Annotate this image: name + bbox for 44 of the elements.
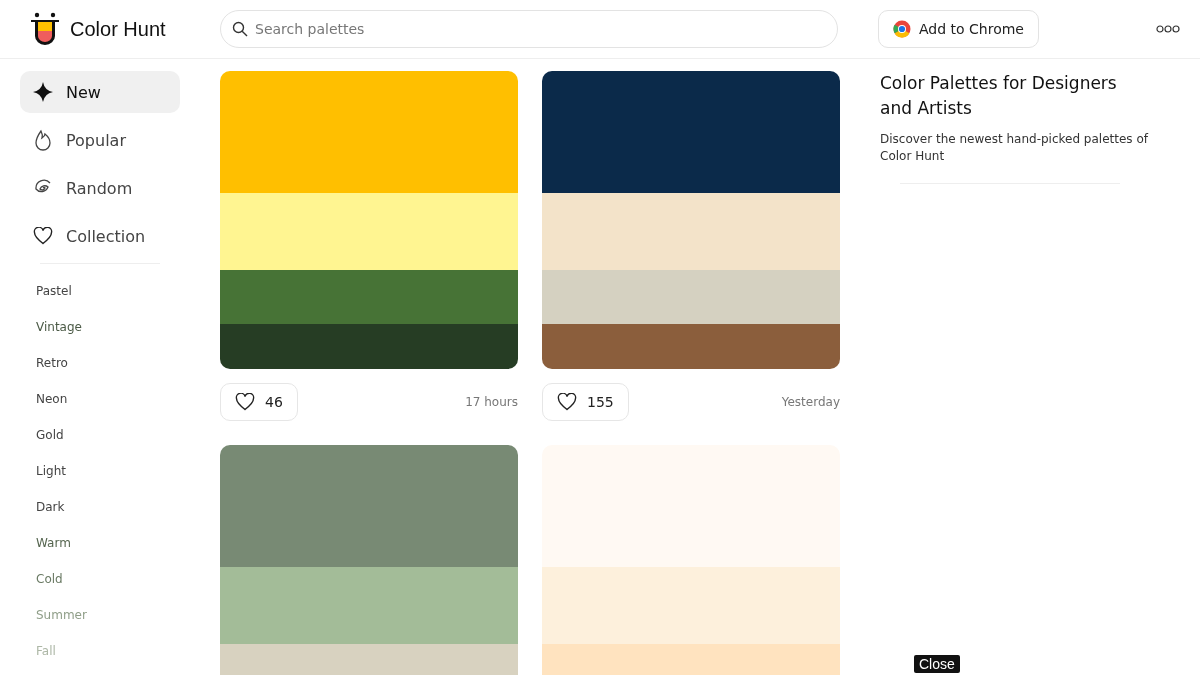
search-field[interactable]: Search palettes bbox=[220, 10, 838, 48]
color-swatch[interactable] bbox=[220, 324, 518, 369]
nav-item[interactable]: Collection bbox=[20, 215, 180, 257]
logo-text[interactable]: Color Hunt bbox=[70, 17, 166, 41]
close-button[interactable]: Close bbox=[914, 655, 960, 673]
tag-link[interactable]: Light bbox=[20, 456, 220, 492]
color-swatch[interactable] bbox=[220, 193, 518, 270]
color-swatch[interactable] bbox=[542, 445, 840, 567]
tag-link[interactable]: Pastel bbox=[20, 276, 220, 312]
tag-link[interactable]: Cold bbox=[20, 564, 220, 600]
tag-link[interactable]: Dark bbox=[20, 492, 220, 528]
sparkle-icon bbox=[32, 81, 54, 103]
tag-link[interactable]: Neon bbox=[20, 384, 220, 420]
nav-item[interactable]: New bbox=[20, 71, 180, 113]
logo-icon bbox=[28, 12, 62, 46]
tag-link[interactable]: Vintage bbox=[20, 312, 220, 348]
color-swatch[interactable] bbox=[542, 567, 840, 644]
aside-description: Discover the newest hand-picked palettes of Color Hunt bbox=[880, 131, 1150, 165]
more-icon[interactable] bbox=[1156, 25, 1180, 33]
search-icon bbox=[232, 21, 248, 37]
like-button[interactable]: 155 bbox=[542, 383, 629, 421]
color-swatch[interactable] bbox=[542, 193, 840, 270]
nav-item[interactable]: Popular bbox=[20, 119, 180, 161]
tag-link[interactable]: Retro bbox=[20, 348, 220, 384]
heart-icon bbox=[235, 393, 255, 411]
color-swatch[interactable] bbox=[220, 445, 518, 567]
color-swatch[interactable] bbox=[220, 567, 518, 644]
color-swatch[interactable] bbox=[220, 270, 518, 324]
heart-icon bbox=[33, 227, 53, 245]
nav-item[interactable]: Random bbox=[20, 167, 180, 209]
color-swatch[interactable] bbox=[542, 71, 840, 193]
chrome-icon bbox=[893, 20, 911, 38]
color-swatch[interactable] bbox=[542, 324, 840, 369]
time-label: 17 hours bbox=[465, 395, 518, 409]
add-to-chrome-button[interactable]: Add to Chrome bbox=[878, 10, 1039, 48]
color-swatch[interactable] bbox=[542, 270, 840, 324]
flame-icon bbox=[34, 129, 52, 151]
like-button[interactable]: 46 bbox=[220, 383, 298, 421]
aside-title: Color Palettes for Designers and Artists bbox=[880, 72, 1118, 120]
tag-link[interactable]: Warm bbox=[20, 528, 220, 564]
color-swatch[interactable] bbox=[220, 71, 518, 193]
time-label: Yesterday bbox=[781, 395, 840, 409]
tag-link[interactable]: Gold bbox=[20, 420, 220, 456]
heart-icon bbox=[557, 393, 577, 411]
